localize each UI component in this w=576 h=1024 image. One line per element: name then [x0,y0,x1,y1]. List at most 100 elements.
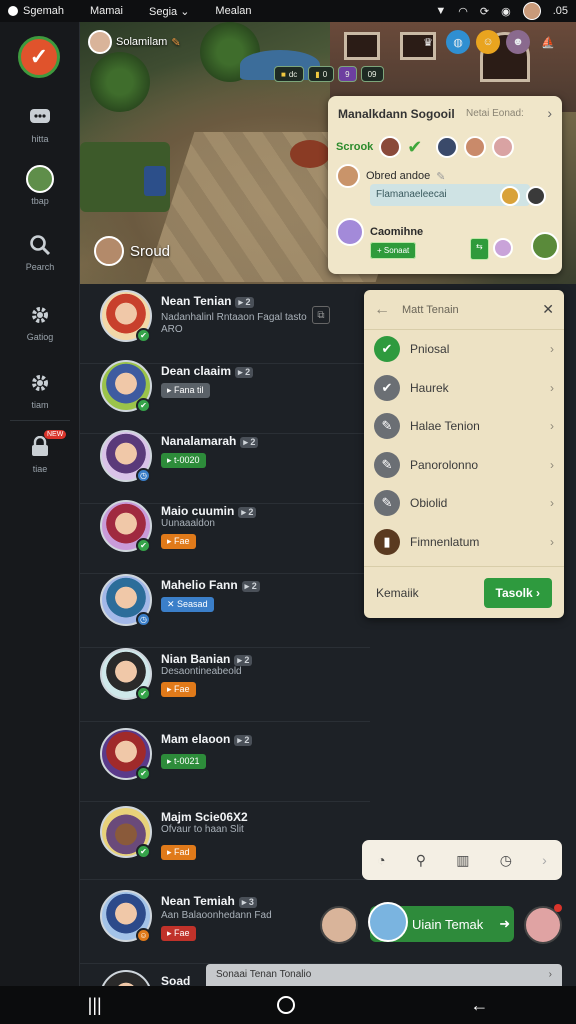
friend-tag: ▸ t-0020 [161,453,206,468]
social-button[interactable]: + Sonaat [370,242,417,259]
hud-strip: ■ dc ▮ 0 9 09 [274,66,384,82]
hud-pill[interactable]: 9 [338,66,357,82]
online-status-icon: ✔ [136,538,151,553]
player-chip[interactable]: Solamilam ✎ [88,30,181,54]
friend-name: Mahelio Fann ▸ 2 [161,578,260,592]
shield-icon: ◉ [501,5,511,18]
sidebar-item-profile[interactable]: tbap [0,165,80,206]
friend-level: ▸ 2 [240,437,259,448]
sidebar-item-locked[interactable]: NEW tiae [0,430,80,474]
away-status-icon: ◷ [136,468,151,483]
list-item[interactable]: ◷ Mahelio Fann ▸ 2 ✕ Seasad [80,568,370,648]
gem-icon: ▮ [315,69,320,79]
hud-pill[interactable]: ▮ 0 [308,66,335,82]
friend-tag-text: t-0020 [174,455,200,465]
sidebar-item-gear[interactable]: Gatiog [0,302,80,342]
friend-name: Nian Banian ▸ 2 [161,652,253,666]
friend-level: ▸ 2 [235,367,254,378]
sidebar-item-settings[interactable]: tiam [0,370,80,410]
friend-tag: ▸ Fae [161,682,196,697]
tag-icon: ▸ [167,536,175,546]
scene-label[interactable]: Sroud [94,236,170,266]
confirm-button[interactable]: Tasolk › [483,577,552,608]
search-icon[interactable]: ⚲ [416,852,426,869]
friend-level-value: 2 [251,581,257,591]
profile-avatar-icon [26,165,54,193]
friend-name-text: Maio cuumin [161,504,235,518]
scene-label-text: Sroud [130,242,171,260]
social-row[interactable]: Scrook ✔ [336,136,515,158]
panel-option[interactable]: ▮ Fimnenlatum › [364,523,564,562]
list-item[interactable]: ✔ Majm Scie06X2 Ofvaur to haan Slit ▸ Fa… [80,800,370,880]
option-label: Obiolid [410,496,448,511]
crown-icon[interactable]: ♛ [416,30,440,54]
recents-icon[interactable]: ||| [88,995,102,1016]
timer-icon[interactable]: ◷ [500,852,512,869]
app-logo[interactable]: ✓ [18,36,60,78]
back-icon[interactable]: ← [470,995,488,1016]
panel-option[interactable]: ✔ Haurek › [364,369,564,408]
friend-tag: ▸ Fad [161,845,196,860]
friend-tag-text: Seasad [177,599,208,609]
close-icon[interactable]: ✕ [542,301,554,318]
hud-pill[interactable]: ■ dc [274,66,305,82]
list-item[interactable]: ✔ Mam elaoon ▸ 2 ▸ t-0021 [80,722,370,802]
friend-avatar [336,218,364,246]
chevron-right-icon: › [550,457,554,472]
friend-level-value: 3 [248,897,254,907]
friends-icon[interactable]: ☻ [506,30,530,54]
chevron-right-icon[interactable]: › [542,852,547,868]
friend-level: ▸ 2 [238,507,257,518]
sidebar-item-chat[interactable]: hitta [0,104,80,144]
panel-option[interactable]: ✔ Pniosal › [364,330,564,369]
friend-avatar [526,186,546,206]
online-status-icon: ✔ [136,398,151,413]
chevron-right-icon[interactable]: › [547,105,552,121]
panel-option[interactable]: ✎ Halae Tenion › [364,407,564,446]
hud-pill[interactable]: 09 [360,66,384,82]
window-image [344,32,380,60]
list-item[interactable]: ✔ Nian Banian ▸ 2 Desaontineabeold ▸ Fae [80,642,370,722]
new-badge: NEW [44,430,67,439]
book-icon[interactable]: ▥ [456,852,469,869]
option-icon: ✔ [374,374,400,401]
boat-icon[interactable]: ⛵ [536,30,560,54]
swap-icon[interactable]: ⇆ [470,238,489,260]
globe-icon[interactable]: ◍ [446,30,470,54]
sidebar-item-search[interactable]: Pearch [0,232,80,272]
friend-name: Maio cuumin ▸ 2 [161,504,257,518]
friend-avatar [436,136,459,158]
back-arrow-icon[interactable]: ← [374,301,390,319]
history-icon[interactable]: ◔ [377,852,385,868]
chevron-right-icon: › [550,419,554,434]
panel-header: ← Matt Tenain ✕ [364,290,564,330]
bottom-strip[interactable]: Sonaai Tenan Tonalio › [206,964,562,988]
social-button-label: Sonaat [383,246,410,255]
invite-row: Uiain Temak ➜ [320,902,576,950]
option-label: Fimnenlatum [410,534,480,549]
panel-option[interactable]: ✎ Obiolid › [364,484,564,523]
status-item-4: Mealan [215,5,252,17]
option-icon: ✎ [374,413,400,440]
home-icon[interactable] [277,996,295,1014]
option-icon: ▮ [374,528,400,555]
list-item[interactable]: ✔ Nean Tenian ▸ 2 Nadanhalinl Rntaaon Fag… [80,284,370,364]
list-item[interactable]: ✔ Maio cuumin ▸ 2 Uunaaaldon ▸ Fae [80,494,370,574]
emoji-icon[interactable]: ☺ [476,30,500,54]
chevron-right-icon: › [536,585,540,600]
status-avatar [522,2,541,20]
message-icon[interactable]: ⧉ [312,306,330,324]
online-status-icon: ✔ [136,844,151,859]
friend-avatar [368,902,408,942]
friend-avatar[interactable] [320,906,358,944]
friend-name: Nean Tenian ▸ 2 [161,294,254,308]
list-item[interactable]: ◷ Nanalamarah ▸ 2 ▸ t-0020 [80,424,370,504]
list-item[interactable]: ✔ Dean claaim ▸ 2 ▸ Fana til [80,354,370,434]
sidebar-item-label: hitta [31,134,49,144]
hud-pill-value: 09 [367,69,377,79]
panel-option[interactable]: ✎ Panorolonno › [364,446,564,485]
check-icon: ✔ [407,136,423,157]
friend-avatar [336,164,360,188]
social-button-wrap: + Sonaat [370,240,417,259]
friend-level: ▸ 2 [234,655,253,666]
